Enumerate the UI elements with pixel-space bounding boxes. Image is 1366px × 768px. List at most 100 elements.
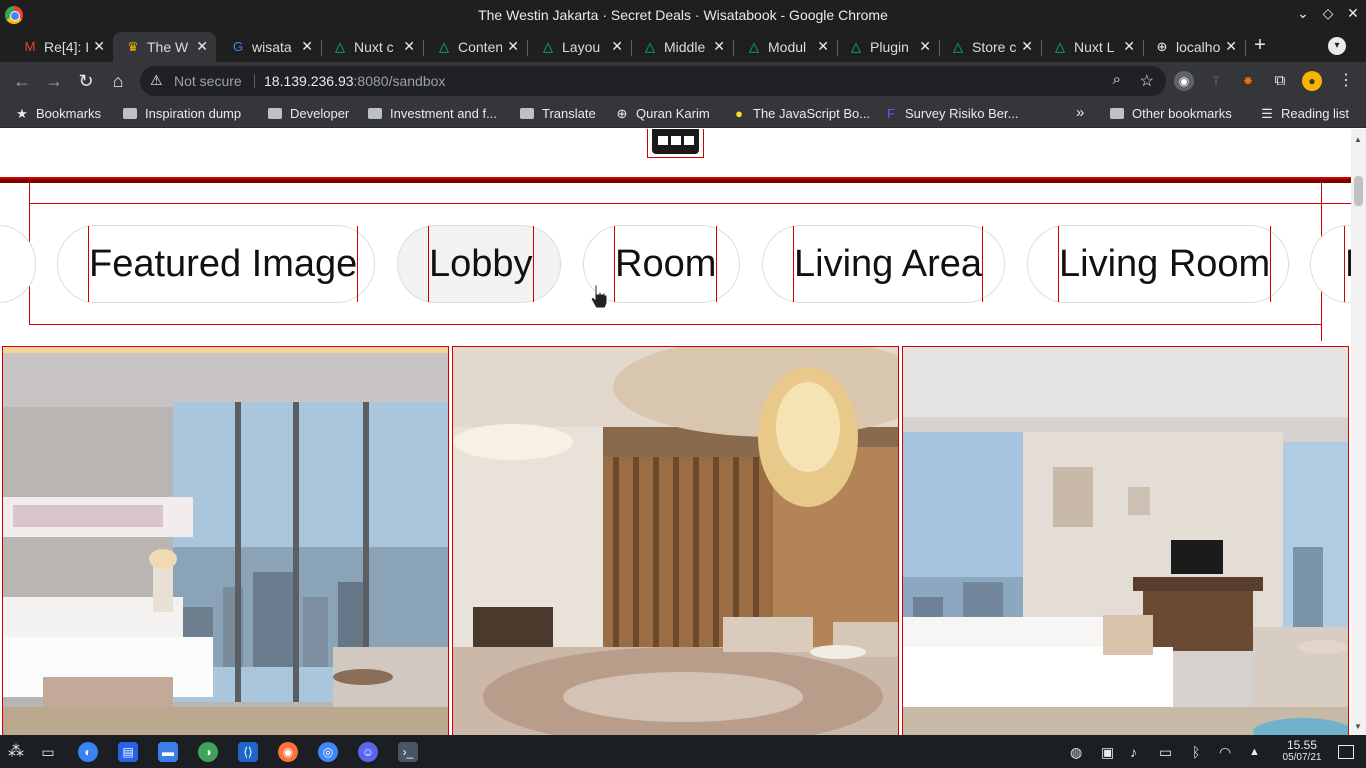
zoom-icon[interactable]: ⌕	[1113, 71, 1121, 88]
tab-8[interactable]: △ Modul ✕	[734, 32, 838, 62]
tab-11[interactable]: △ Nuxt L ✕	[1040, 32, 1144, 62]
tray-expand-icon[interactable]: ▲	[1249, 746, 1260, 758]
discord-icon[interactable]: ☺	[358, 742, 378, 762]
bookmark-star-icon[interactable]: ☆	[1140, 71, 1154, 91]
url-text[interactable]: 18.139.236.93:8080/sandbox	[264, 73, 445, 89]
tab-12[interactable]: ⊕ localho ✕	[1142, 32, 1246, 62]
wifi-icon[interactable]: ◠	[1219, 744, 1231, 761]
close-tab-icon[interactable]: ✕	[301, 38, 313, 55]
close-tab-icon[interactable]: ✕	[196, 38, 208, 55]
bookmark-7[interactable]: ● The JavaScript Bo...	[731, 106, 870, 121]
close-tab-icon[interactable]: ✕	[507, 38, 519, 55]
files-icon[interactable]: ▬	[158, 742, 178, 762]
firefox-icon[interactable]: ◉	[278, 742, 298, 762]
tab-5[interactable]: △ Conten ✕	[424, 32, 528, 62]
tab-separator	[1245, 40, 1246, 56]
battery-icon[interactable]: ▭	[1159, 744, 1172, 761]
scroll-up-icon[interactable]: ▲	[1354, 135, 1362, 144]
forward-arrow-icon[interactable]: →	[43, 70, 65, 92]
folder-icon	[520, 108, 534, 119]
close-tab-icon[interactable]: ✕	[817, 38, 829, 55]
close-tab-icon[interactable]: ✕	[1021, 38, 1033, 55]
browser-blue-icon[interactable]: ◐	[78, 742, 98, 762]
tab-6[interactable]: △ Layou ✕	[528, 32, 632, 62]
terminal-icon[interactable]: ›_	[392, 735, 424, 768]
close-tab-icon[interactable]: ✕	[1123, 38, 1135, 55]
category-chip-lobby[interactable]: Lobby	[397, 225, 561, 303]
profile-avatar[interactable]: ●	[1302, 71, 1322, 91]
tab-9[interactable]: △ Plugin ✕	[836, 32, 940, 62]
extension-orange-icon[interactable]: ✸	[1238, 71, 1258, 91]
back-arrow-icon[interactable]: ←	[11, 70, 33, 92]
scroll-down-icon[interactable]: ▼	[1354, 722, 1362, 731]
tab-7[interactable]: △ Middle ✕	[630, 32, 734, 62]
close-tab-icon[interactable]: ✕	[611, 38, 623, 55]
close-window-icon[interactable]: ✕	[1343, 5, 1363, 22]
other-bookmarks[interactable]: Other bookmarks	[1110, 106, 1232, 121]
app-launcher-icon[interactable]: ⁂	[6, 742, 26, 762]
sync-icon[interactable]: ◍	[1070, 744, 1082, 761]
reload-icon[interactable]: ↻	[75, 70, 97, 92]
close-tab-icon[interactable]: ✕	[93, 38, 105, 55]
close-tab-icon[interactable]: ✕	[1225, 38, 1237, 55]
bookmark-8[interactable]: F Survey Risiko Ber...	[883, 106, 1018, 121]
maximize-icon[interactable]: ◇	[1318, 5, 1338, 22]
bookmarks-bar: ★ Bookmarks Inspiration dump Developer Inves…	[0, 100, 1366, 128]
gallery-image-bedroom[interactable]	[2, 346, 449, 735]
tab-2[interactable]: ♛ The W ✕	[113, 32, 216, 62]
tab-4[interactable]: △ Nuxt c ✕	[320, 32, 424, 62]
clock-date: 05/07/21	[1282, 752, 1322, 763]
close-tab-icon[interactable]: ✕	[713, 38, 725, 55]
bookmark-4[interactable]: Investment and f...	[368, 106, 497, 121]
close-tab-icon[interactable]: ✕	[919, 38, 931, 55]
bookmarks-overflow-icon[interactable]: »	[1076, 104, 1084, 121]
tab-search-icon[interactable]: ▾	[1328, 37, 1346, 55]
bookmark-label: Survey Risiko Ber...	[905, 106, 1019, 121]
lobby-photo	[453, 347, 898, 735]
url-path: :8080/sandbox	[353, 73, 446, 89]
tab-label: Plugin	[870, 39, 909, 55]
star-icon: ★	[16, 106, 28, 121]
chip-partial-left[interactable]	[0, 225, 36, 303]
store-icon[interactable]: ▤	[118, 742, 138, 762]
extension-eyes-icon[interactable]: ◉	[1174, 71, 1194, 91]
category-chip-living-area[interactable]: Living Area	[762, 225, 1005, 303]
scroll-thumb[interactable]	[1354, 176, 1363, 206]
category-chip-living-room[interactable]: Living Room	[1027, 225, 1289, 303]
clipboard-icon[interactable]: ▣	[1101, 744, 1114, 761]
chip-partial-right[interactable]: R	[1310, 225, 1351, 303]
bookmark-3[interactable]: Developer	[268, 106, 349, 121]
warning-icon[interactable]: ⚠	[150, 72, 163, 89]
tab-10[interactable]: △ Store c ✕	[938, 32, 1042, 62]
system-clock[interactable]: 15.55 05/07/21	[1276, 739, 1328, 764]
page-scrollbar[interactable]: ▲ ▼	[1351, 129, 1366, 735]
extension-t-icon[interactable]: T	[1206, 71, 1226, 91]
bookmark-1[interactable]: ★ Bookmarks	[14, 106, 101, 122]
minimize-icon[interactable]: ⌄	[1293, 5, 1313, 22]
bluetooth-icon[interactable]: ᛒ	[1192, 744, 1200, 760]
bookmark-5[interactable]: Translate	[520, 106, 596, 121]
home-icon[interactable]: ⌂	[107, 70, 129, 92]
vscode-icon[interactable]: ⟨⟩	[232, 735, 264, 768]
gallery-image-room[interactable]	[902, 346, 1349, 735]
menu-grid-button[interactable]	[647, 129, 704, 158]
file-manager-icon[interactable]: ▭	[38, 742, 58, 762]
tab-1[interactable]: M Re[4]: I ✕	[10, 32, 114, 62]
close-tab-icon[interactable]: ✕	[403, 38, 415, 55]
address-bar[interactable]: ⚠ Not secure 18.139.236.93:8080/sandbox …	[140, 66, 1166, 96]
bookmark-6[interactable]: ⊕ Quran Karim	[614, 106, 710, 122]
chip-label: Living Area	[793, 226, 984, 302]
extensions-puzzle-icon[interactable]: ⧉	[1270, 71, 1290, 91]
volume-icon[interactable]: ♪	[1130, 744, 1137, 760]
show-desktop-icon[interactable]	[1338, 745, 1354, 759]
bookmark-2[interactable]: Inspiration dump	[123, 106, 241, 121]
gallery-image-lobby[interactable]	[452, 346, 899, 735]
chrome-taskbar-icon[interactable]: ◎	[312, 735, 344, 768]
tab-3[interactable]: Gwisata ✕	[218, 32, 322, 62]
reading-list[interactable]: ☰ Reading list	[1259, 106, 1349, 122]
new-tab-button[interactable]: +	[1249, 34, 1271, 56]
monitor-icon[interactable]: ◑	[198, 742, 218, 762]
browser-menu-icon[interactable]: ⋮	[1336, 71, 1356, 91]
not-secure-label[interactable]: Not secure	[174, 73, 242, 89]
category-chip-featured-image[interactable]: Featured Image	[57, 225, 375, 303]
